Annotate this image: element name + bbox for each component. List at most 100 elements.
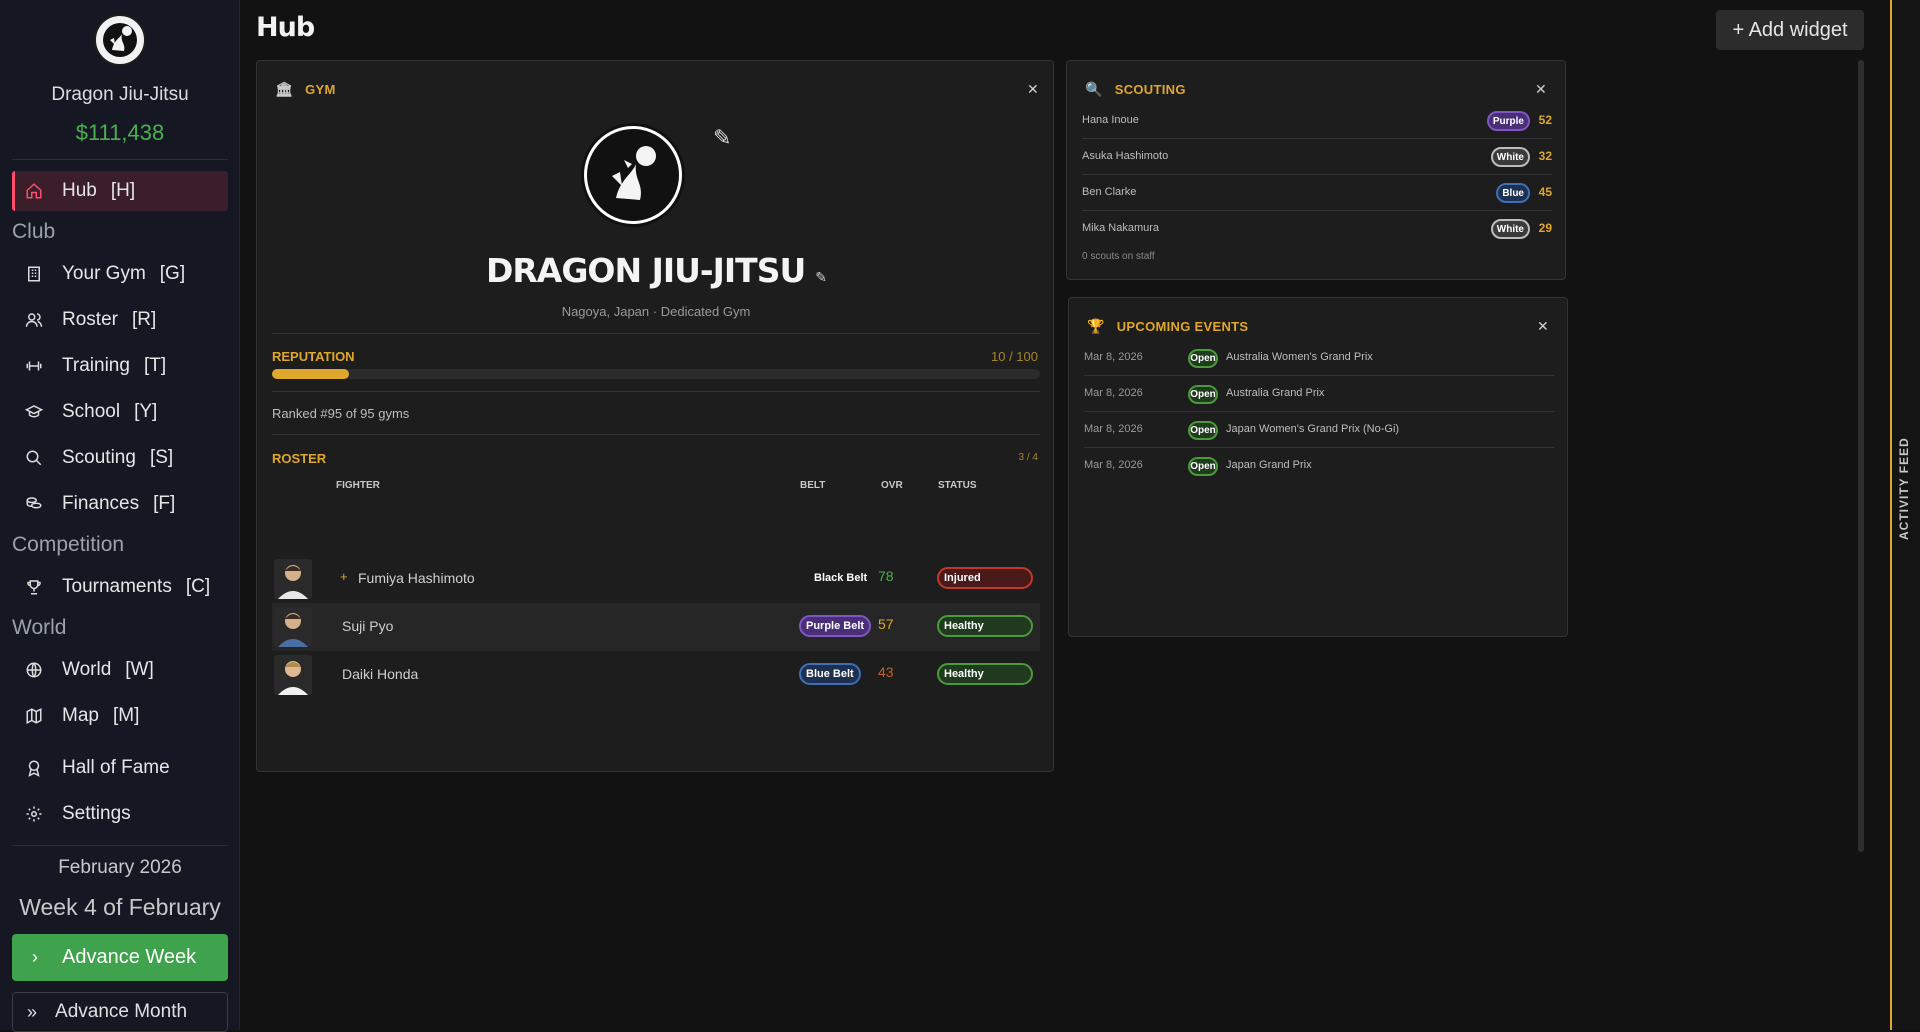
belt-badge: Purple Belt — [799, 615, 872, 637]
list-item[interactable]: Ben Clarke Blue 45 — [1082, 175, 1552, 211]
trophy-icon — [24, 577, 44, 597]
sidebar-item-label: Scouting — [62, 447, 136, 468]
sidebar-item-world[interactable]: World [W] — [12, 650, 228, 690]
sidebar-item-label: Training — [62, 355, 130, 376]
table-row[interactable]: Daiki Honda Blue Belt 43 Healthy — [272, 651, 1040, 699]
sidebar-item-label: Hall of Fame — [62, 757, 170, 778]
sidebar-item-hotkey: [S] — [149, 447, 174, 468]
gym-logo[interactable] — [94, 14, 146, 66]
list-item[interactable]: Mar 8, 2026 Open Japan Women's Grand Pri… — [1084, 412, 1554, 448]
sidebar-item-your-gym[interactable]: Your Gym [G] — [12, 254, 228, 294]
sidebar-item-map[interactable]: Map [M] — [12, 696, 228, 736]
roster-count: 3 / 4 — [1018, 452, 1038, 463]
belt-badge: Purple — [1486, 111, 1530, 131]
fighter-ovr: 78 — [878, 568, 894, 584]
coins-icon — [24, 494, 44, 514]
search-icon — [24, 448, 44, 468]
users-icon — [24, 310, 44, 330]
event-date: Mar 8, 2026 — [1084, 423, 1143, 435]
prospect-name: Mika Nakamura — [1082, 222, 1160, 234]
section-label-world: World — [12, 616, 67, 639]
prospect-rating: 29 — [1538, 221, 1552, 235]
events-widget-header: 🏆 UPCOMING EVENTS — [1087, 318, 1248, 335]
sidebar-item-roster[interactable]: Roster [R] — [12, 300, 228, 340]
sidebar: Dragon Jiu-Jitsu $111,438 Hub [H] Club Y… — [0, 0, 240, 1032]
captain-plus-icon: + — [340, 569, 348, 584]
advance-week-button[interactable]: › Advance Week — [12, 934, 228, 981]
sidebar-item-hotkey: [F] — [153, 493, 176, 514]
scouting-widget: 🔍 SCOUTING ✕ Hana Inoue Purple 52 Asuka … — [1066, 60, 1566, 280]
sidebar-item-scouting[interactable]: Scouting [S] — [12, 438, 228, 478]
dragon-emblem-icon — [612, 146, 656, 200]
gym-subtitle: Nagoya, Japan · Dedicated Gym — [257, 304, 1055, 319]
events-widget-title: UPCOMING EVENTS — [1116, 319, 1249, 334]
sidebar-item-label: Finances — [62, 493, 140, 514]
edit-name-icon[interactable]: ✎ — [815, 270, 827, 286]
globe-icon — [24, 660, 44, 680]
upcoming-events-widget: 🏆 UPCOMING EVENTS ✕ Mar 8, 2026 Open Aus… — [1068, 297, 1568, 637]
sidebar-item-hall-of-fame[interactable]: Hall of Fame — [12, 748, 228, 788]
sidebar-item-school[interactable]: School [Y] — [12, 392, 228, 432]
list-item[interactable]: Hana Inoue Purple 52 — [1082, 103, 1552, 139]
sidebar-item-hotkey: [C] — [185, 576, 211, 597]
list-item[interactable]: Mar 8, 2026 Open Japan Grand Prix — [1084, 448, 1554, 484]
close-icon[interactable]: ✕ — [1535, 81, 1547, 98]
award-icon — [24, 758, 44, 778]
list-item[interactable]: Mar 8, 2026 Open Australia Women's Grand… — [1084, 340, 1554, 376]
gym-title: DRAGON JIU-JITSU ✎ — [257, 251, 1055, 290]
gym-ranking: Ranked #95 of 95 gyms — [272, 406, 410, 421]
advance-month-button[interactable]: » Advance Month — [12, 992, 228, 1032]
sidebar-item-hotkey: [Y] — [134, 401, 158, 422]
list-item[interactable]: Asuka Hashimoto White 32 — [1082, 139, 1552, 175]
roster-label: ROSTER — [272, 451, 327, 466]
main-scrollbar[interactable] — [1858, 60, 1864, 852]
building-icon — [24, 264, 44, 284]
event-name: Japan Women's Grand Prix (No-Gi) — [1226, 423, 1400, 435]
advance-week-label: Advance Week — [62, 946, 197, 968]
list-item[interactable]: Mar 8, 2026 Open Australia Grand Prix — [1084, 376, 1554, 412]
sidebar-item-label: Roster — [62, 309, 118, 330]
fighter-name: Fumiya Hashimoto — [358, 570, 475, 586]
gym-widget: 🏛 GYM ✕ ✎ DRAGON JIU-JITSU ✎ Nagoya, Japa… — [256, 60, 1054, 772]
table-row[interactable]: Suji Pyo Purple Belt 57 Healthy — [272, 603, 1040, 651]
gym-title-text: DRAGON JIU-JITSU — [485, 251, 806, 290]
scouting-widget-header: 🔍 SCOUTING — [1085, 81, 1186, 98]
current-date: February 2026 — [58, 857, 182, 878]
scouts-on-staff: 0 scouts on staff — [1082, 251, 1155, 262]
magnifier-icon: 🔍 — [1085, 81, 1103, 97]
page-title: Hub — [256, 12, 315, 43]
divider — [272, 391, 1040, 392]
add-widget-button[interactable]: + Add widget — [1716, 10, 1864, 50]
sidebar-item-training[interactable]: Training [T] — [12, 346, 228, 386]
prospect-name: Ben Clarke — [1082, 186, 1137, 198]
list-item[interactable]: Mika Nakamura White 29 — [1082, 211, 1552, 247]
map-icon — [24, 706, 44, 726]
sidebar-item-tournaments[interactable]: Tournaments [C] — [12, 567, 228, 607]
edit-crest-icon[interactable]: ✎ — [713, 125, 731, 151]
status-badge: Open — [1188, 349, 1218, 368]
sidebar-item-finances[interactable]: Finances [F] — [12, 484, 228, 524]
sidebar-item-hotkey: [W] — [125, 659, 154, 680]
sidebar-item-hub[interactable]: Hub [H] — [12, 171, 228, 211]
prospect-name: Hana Inoue — [1082, 114, 1139, 126]
gym-crest[interactable] — [581, 123, 685, 227]
table-row[interactable]: + Fumiya Hashimoto Black Belt 78 Injured — [272, 555, 1040, 603]
prospect-rating: 32 — [1538, 149, 1552, 163]
prospect-rating: 45 — [1538, 185, 1552, 199]
gym-location: Nagoya, Japan — [561, 304, 650, 319]
close-icon[interactable]: ✕ — [1027, 81, 1039, 98]
advance-month-label: Advance Month — [55, 1001, 188, 1022]
trophy-icon: 🏆 — [1087, 318, 1105, 334]
sidebar-item-settings[interactable]: Settings — [12, 794, 228, 834]
gym-widget-header: 🏛 GYM — [275, 81, 336, 98]
event-name: Australia Women's Grand Prix — [1226, 351, 1373, 363]
fighter-avatar — [274, 655, 312, 695]
dragon-logo-icon — [103, 23, 137, 57]
activity-feed-drawer[interactable]: ACTIVITY FEED — [1890, 0, 1920, 1030]
sidebar-item-hotkey: [H] — [110, 180, 136, 201]
sidebar-money: $111,438 — [75, 120, 165, 145]
chevron-right-icon: › — [32, 947, 38, 967]
col-status: STATUS — [938, 480, 977, 491]
current-week: Week 4 of February — [19, 894, 221, 920]
close-icon[interactable]: ✕ — [1537, 318, 1549, 335]
